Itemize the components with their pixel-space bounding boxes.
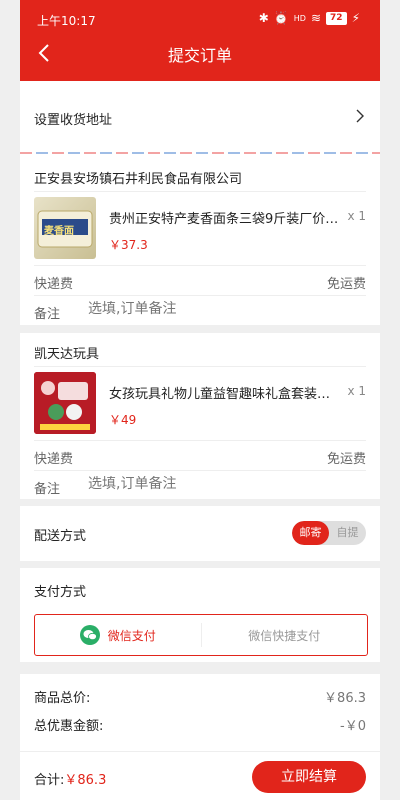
status-bar: 上午10:17 ✱ ⏰ HD ≋ 72 ⚡ xyxy=(20,0,380,40)
discount-value: -￥0 xyxy=(340,719,366,734)
total-label-text: 合计: xyxy=(34,773,65,788)
wechat-pay-label: 微信支付 xyxy=(107,628,156,643)
payment-row: 支付方式 微信支付 微信快捷支付 xyxy=(20,568,380,662)
wechat-pay-option[interactable]: 微信支付 xyxy=(35,615,201,655)
shop-name: 凯天达玩具 xyxy=(34,347,100,362)
goods-total-value: ￥86.3 xyxy=(324,691,366,706)
address-label: 设置收货地址 xyxy=(34,113,113,128)
divider xyxy=(34,440,366,441)
remark-label: 备注 xyxy=(34,482,61,497)
wechat-quick-pay-label: 微信快捷支付 xyxy=(248,628,321,643)
shop-name: 正安县安场镇石井利民食品有限公司 xyxy=(34,172,243,187)
goods-total-label: 商品总价: xyxy=(34,691,91,706)
signal-icon: HD xyxy=(293,13,306,23)
product-title[interactable]: 贵州正安特产麦香面条三袋9斤装厂价… xyxy=(109,208,339,227)
delivery-row: 配送方式 邮寄 自提 xyxy=(20,506,380,561)
checkout-bar: 合计:￥86.3 立即结算 xyxy=(20,751,380,800)
status-icons: ✱ ⏰ HD ≋ 72 ⚡ xyxy=(259,11,360,25)
product-image[interactable]: 麦香面 xyxy=(34,197,96,259)
order-content: 设置收货地址 正安县安场镇石井利民食品有限公司 麦香面 贵州正安特产麦香面条三袋… xyxy=(20,81,380,751)
address-stripe-divider xyxy=(20,152,380,154)
product-price: ￥37.3 xyxy=(109,238,148,252)
divider xyxy=(34,470,366,471)
remark-label: 备注 xyxy=(34,307,61,322)
checkout-button[interactable]: 立即结算 xyxy=(252,761,366,793)
wechat-icon xyxy=(79,625,100,645)
app-header: 上午10:17 ✱ ⏰ HD ≋ 72 ⚡ 提交订单 xyxy=(20,0,380,81)
shipping-label: 快递费 xyxy=(34,277,74,292)
divider xyxy=(34,366,366,367)
alarm-icon: ⏰ xyxy=(273,11,289,25)
status-time: 上午10:17 xyxy=(37,14,96,28)
delivery-option-mail[interactable]: 邮寄 xyxy=(292,521,329,545)
order-block-1: 正安县安场镇石井利民食品有限公司 麦香面 贵州正安特产麦香面条三袋9斤装厂价… … xyxy=(20,158,380,325)
product-image[interactable] xyxy=(34,372,96,434)
shipping-value: 免运费 xyxy=(326,277,366,292)
wechat-quick-pay-option[interactable]: 微信快捷支付 xyxy=(202,615,368,655)
page-title: 提交订单 xyxy=(167,46,232,65)
wifi-icon: ≋ xyxy=(310,11,322,25)
product-qty: x 1 xyxy=(347,384,366,398)
address-row[interactable]: 设置收货地址 xyxy=(20,81,380,158)
payment-label: 支付方式 xyxy=(34,585,87,600)
shipping-label: 快递费 xyxy=(34,452,74,467)
remark-input[interactable] xyxy=(88,476,358,492)
total-value: ￥86.3 xyxy=(64,773,107,788)
product-image-text: 麦香面 xyxy=(44,226,74,237)
divider xyxy=(34,295,366,296)
delivery-label: 配送方式 xyxy=(34,529,87,544)
bluetooth-icon: ✱ xyxy=(258,11,269,25)
remark-input[interactable] xyxy=(88,301,358,317)
delivery-option-pickup[interactable]: 自提 xyxy=(329,521,366,545)
nav-bar: 提交订单 xyxy=(20,38,380,68)
delivery-toggle[interactable]: 邮寄 自提 xyxy=(292,521,366,545)
price-summary: 商品总价: ￥86.3 总优惠金额: -￥0 xyxy=(20,674,380,751)
discount-label: 总优惠金额: xyxy=(34,719,104,734)
shipping-value: 免运费 xyxy=(326,452,366,467)
divider xyxy=(34,191,366,192)
divider xyxy=(34,265,366,266)
product-qty: x 1 xyxy=(347,209,366,223)
product-title[interactable]: 女孩玩具礼物儿童益智趣味礼盒套装… xyxy=(109,383,339,402)
chevron-right-icon xyxy=(356,108,364,127)
payment-options: 微信支付 微信快捷支付 xyxy=(34,614,368,656)
product-price: ￥49 xyxy=(109,413,137,427)
charging-icon: ⚡ xyxy=(351,11,360,25)
order-block-2: 凯天达玩具 女孩玩具礼物儿童益智趣味礼盒套装… x 1 ￥49 快递费 免运费 … xyxy=(20,333,380,499)
battery-icon: 72 xyxy=(326,11,347,25)
total-label: 合计:￥86.3 xyxy=(34,769,106,788)
